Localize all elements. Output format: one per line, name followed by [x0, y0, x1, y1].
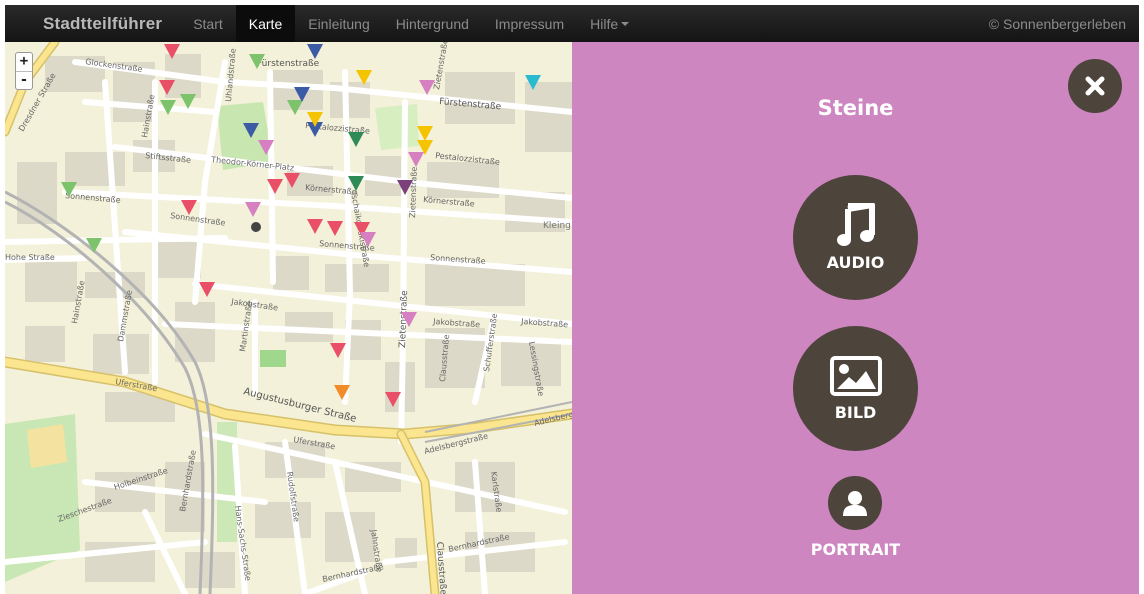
street-label: Hohe Straße	[5, 253, 55, 262]
top-navbar: Stadtteilführer Start Karte Einleitung H…	[5, 5, 1139, 42]
nav-einleitung[interactable]: Einleitung	[295, 5, 383, 42]
portrait-label[interactable]: PORTRAIT	[572, 540, 1139, 559]
panel-title: Steine	[817, 96, 894, 120]
image-icon	[829, 356, 882, 396]
zoom-control: + -	[15, 52, 33, 90]
close-icon	[1085, 76, 1105, 96]
image-button[interactable]: BILD	[793, 326, 918, 451]
caret-down-icon	[621, 21, 630, 26]
nav-hilfe-label: Hilfe	[590, 15, 619, 32]
nav-impressum[interactable]: Impressum	[482, 5, 577, 42]
zoom-in-button[interactable]: +	[16, 53, 32, 71]
audio-label: AUDIO	[826, 253, 885, 272]
brand-logo[interactable]: Stadtteilführer	[5, 14, 180, 34]
street-label: Kleing Ham	[543, 221, 572, 231]
zoom-out-button[interactable]: -	[16, 71, 32, 89]
street-label: Fürstenstraße	[257, 59, 320, 69]
person-icon	[843, 491, 867, 516]
location-dot[interactable]	[251, 222, 261, 232]
nav-hilfe-dropdown[interactable]: Hilfe	[577, 5, 642, 42]
image-label: BILD	[834, 403, 877, 422]
nav-karte[interactable]: Karte	[235, 5, 296, 42]
portrait-button[interactable]	[828, 476, 882, 530]
map-canvas[interactable]: Glockenstraße Fürstenstraße Fürstenstraß…	[5, 42, 572, 594]
detail-panel: Steine AUDIO BILD PORTRAIT	[572, 42, 1139, 594]
music-note-icon	[836, 203, 875, 246]
copyright-link[interactable]: © Sonnenbergerleben	[989, 16, 1139, 32]
nav-start[interactable]: Start	[180, 5, 236, 42]
audio-button[interactable]: AUDIO	[793, 175, 918, 300]
nav-hintergrund[interactable]: Hintergrund	[383, 5, 482, 42]
map-view[interactable]: Glockenstraße Fürstenstraße Fürstenstraß…	[5, 42, 572, 594]
street-label: Zietenstraße	[408, 166, 419, 218]
